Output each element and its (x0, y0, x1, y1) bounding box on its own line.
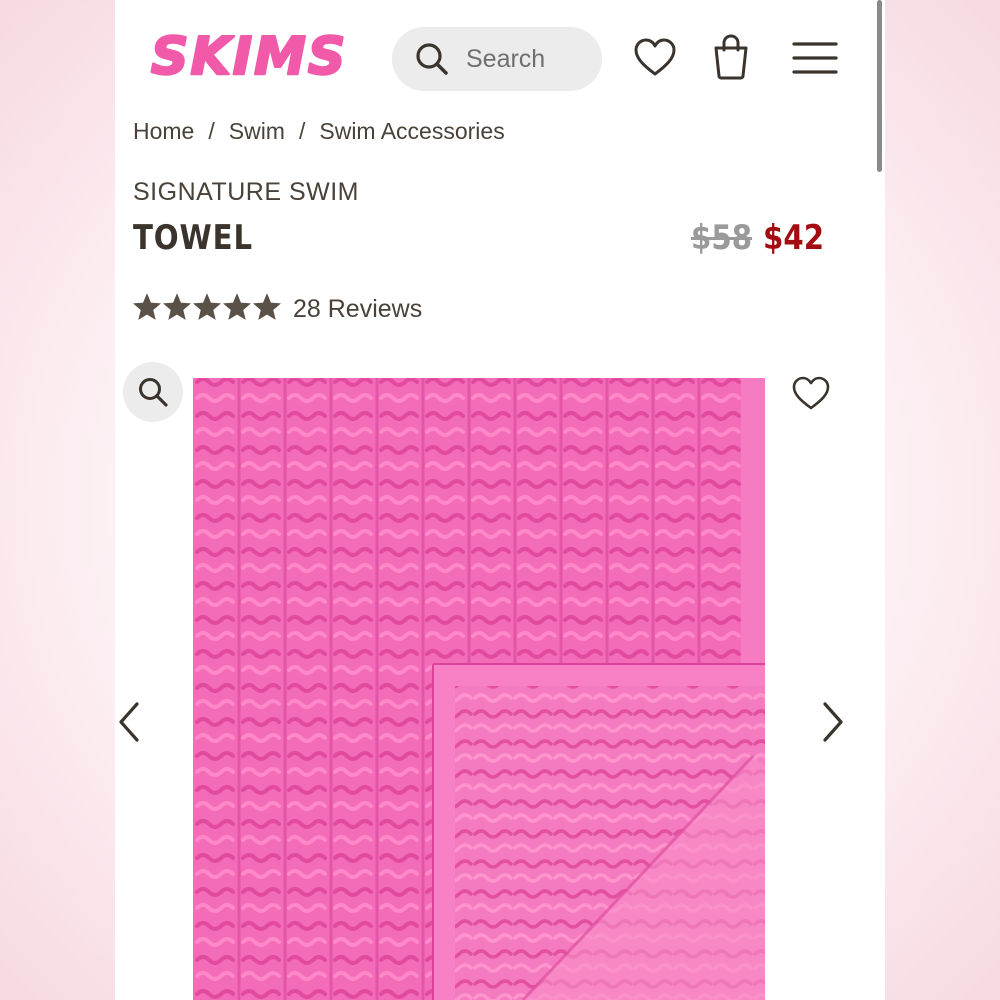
scrollbar[interactable] (877, 0, 882, 172)
star-icon (193, 293, 221, 320)
shopping-bag-icon[interactable] (712, 34, 750, 80)
product-title: TOWEL (133, 218, 253, 258)
reviews-link[interactable]: 28 Reviews (293, 295, 422, 324)
star-icon (133, 293, 161, 320)
chevron-left-icon[interactable] (115, 700, 143, 744)
breadcrumb-swim-accessories[interactable]: Swim Accessories (319, 118, 504, 145)
breadcrumb-home[interactable]: Home (133, 118, 194, 145)
breadcrumb-separator: / (208, 118, 215, 144)
search-bar[interactable]: Search (392, 27, 602, 91)
product-page: SKIMS Search Home / Swim / Swim Accessor… (115, 0, 885, 1000)
star-icon (253, 293, 281, 320)
sale-price: $42 (763, 218, 825, 258)
skims-logo[interactable]: SKIMS (149, 24, 345, 84)
search-placeholder: Search (466, 44, 546, 73)
svg-text:SKIMS: SKIMS (151, 27, 345, 84)
breadcrumb-separator: / (298, 118, 306, 144)
breadcrumb-swim[interactable]: Swim (229, 118, 285, 145)
product-collection: SIGNATURE SWIM (133, 178, 359, 206)
zoom-button[interactable] (123, 362, 183, 422)
breadcrumb: Home / Swim / Swim Accessories (133, 118, 505, 145)
wishlist-heart-icon[interactable] (633, 38, 677, 78)
original-price: $58 (691, 218, 753, 258)
magnifier-icon (139, 378, 168, 407)
product-image-towel[interactable] (193, 376, 765, 1000)
star-rating[interactable] (133, 293, 281, 321)
star-icon (223, 293, 251, 320)
favorite-heart-icon[interactable] (791, 376, 831, 412)
star-icon (163, 293, 191, 320)
chevron-right-icon[interactable] (819, 700, 847, 744)
search-icon (416, 43, 448, 75)
hamburger-menu-icon[interactable] (792, 40, 838, 76)
